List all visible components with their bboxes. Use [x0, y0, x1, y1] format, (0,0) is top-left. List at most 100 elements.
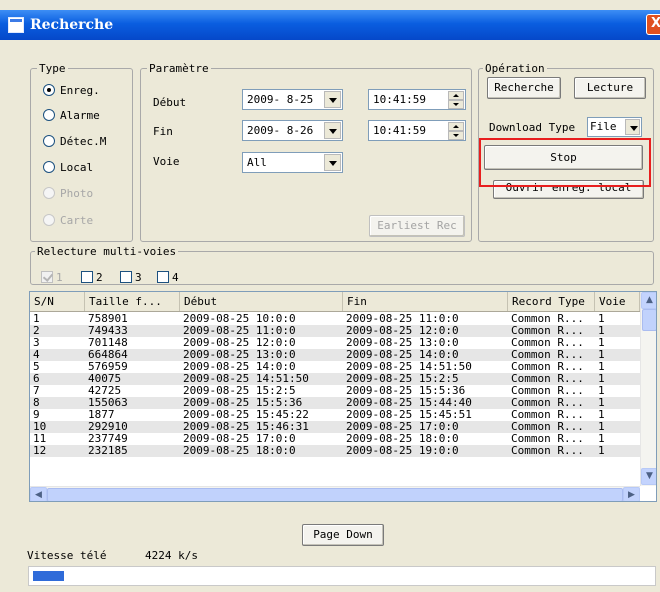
table-row[interactable]: 7 42725 2009-08-25 15:2:5 2009-08-25 15:5:3… — [30, 385, 640, 397]
fin-time-spinner[interactable]: 10:41:59 — [368, 120, 466, 141]
radio-button-icon — [43, 161, 55, 173]
earliest-rec-button[interactable]: Earliest Rec — [369, 215, 465, 237]
radio-button-icon — [43, 135, 55, 147]
table-cell: 4 — [33, 349, 40, 361]
column-header[interactable]: Voie — [595, 292, 640, 311]
table-cell: Common R... — [511, 397, 584, 409]
table-cell: 2009-08-25 13:0:0 — [346, 337, 459, 349]
type-radio-label: Détec.M — [60, 134, 107, 148]
table-cell: 1 — [598, 421, 605, 433]
channel-checkbox-label: 4 — [172, 270, 179, 284]
chevron-down-icon[interactable] — [324, 122, 341, 139]
fin-date-value: 2009- 8-26 — [247, 124, 314, 137]
table-row[interactable]: 11 237749 2009-08-25 17:0:0 2009-08-25 18:0… — [30, 433, 640, 445]
radio-button-icon — [43, 109, 55, 121]
voie-label: Voie — [153, 155, 180, 168]
vertical-scrollbar[interactable]: ▲ ▼ — [640, 292, 656, 486]
scroll-left-button[interactable]: ◀ — [30, 487, 47, 501]
table-cell: 2009-08-25 14:0:0 — [346, 349, 459, 361]
column-header[interactable]: Début — [180, 292, 343, 311]
table-cell: 232185 — [88, 445, 128, 457]
table-row[interactable]: 9 1877 2009-08-25 15:45:22 2009-08-25 15:45… — [30, 409, 640, 421]
table-row[interactable]: 5 576959 2009-08-25 14:0:0 2009-08-25 14:51… — [30, 361, 640, 373]
download-type-select[interactable]: File — [587, 117, 642, 137]
download-type-value: File — [590, 120, 617, 133]
spin-up-icon[interactable] — [448, 122, 464, 131]
debut-date-picker[interactable]: 2009- 8-25 — [242, 89, 343, 110]
table-cell: Common R... — [511, 445, 584, 457]
scroll-down-icon: ▼ — [646, 471, 653, 481]
table-row[interactable]: 6 40075 2009-08-25 14:51:50 2009-08-25 15:2… — [30, 373, 640, 385]
record-list[interactable]: S/N Taille f... Début Fin Record Type Voie 17… — [29, 291, 657, 502]
type-radio-0[interactable]: Enreg. — [43, 82, 100, 98]
table-row[interactable]: 8 155063 2009-08-25 15:5:36 2009-08-25 15:4… — [30, 397, 640, 409]
table-cell: 2009-08-25 15:5:36 — [346, 385, 466, 397]
type-radio-3[interactable]: Local — [43, 159, 93, 175]
horizontal-scroll-thumb[interactable] — [47, 488, 623, 501]
scroll-down-button[interactable]: ▼ — [641, 468, 656, 485]
chevron-down-icon[interactable] — [324, 91, 341, 108]
table-cell: 2009-08-25 19:0:0 — [346, 445, 459, 457]
table-cell: Common R... — [511, 433, 584, 445]
scroll-up-icon: ▲ — [646, 295, 653, 305]
debut-date-value: 2009- 8-25 — [247, 93, 314, 106]
table-cell: Common R... — [511, 409, 584, 421]
radio-button-icon — [43, 84, 55, 96]
column-header[interactable]: Record Type — [508, 292, 595, 311]
table-cell: 6 — [33, 373, 40, 385]
table-cell: 2009-08-25 15:5:36 — [183, 397, 303, 409]
table-cell: 1 — [33, 313, 40, 325]
spin-up-icon[interactable] — [448, 91, 464, 100]
table-cell: 3 — [33, 337, 40, 349]
voie-select[interactable]: All — [242, 152, 343, 173]
table-cell: 10 — [33, 421, 47, 433]
channel-checkbox-label: 1 — [56, 270, 63, 284]
chevron-down-icon[interactable] — [625, 119, 640, 135]
scroll-up-button[interactable]: ▲ — [641, 292, 656, 309]
page-down-button[interactable]: Page Down — [302, 524, 384, 546]
type-group-legend: Type — [37, 62, 68, 75]
channel-checkbox-2[interactable]: 2 — [81, 270, 103, 284]
table-cell: 1877 — [88, 409, 115, 421]
table-cell: 1 — [598, 409, 605, 421]
radio-button-icon — [43, 214, 55, 226]
table-row[interactable]: 12 232185 2009-08-25 18:0:0 2009-08-25 19:0… — [30, 445, 640, 457]
table-cell: 2009-08-25 17:0:0 — [183, 433, 296, 445]
scroll-right-button[interactable]: ▶ — [623, 487, 640, 501]
column-header[interactable]: Fin — [343, 292, 508, 311]
type-radio-1[interactable]: Alarme — [43, 107, 100, 123]
table-row[interactable]: 10 292910 2009-08-25 15:46:31 2009-08-25 17… — [30, 421, 640, 433]
spin-down-icon[interactable] — [448, 131, 464, 140]
operation-group-legend: Opération — [483, 62, 547, 75]
spin-down-icon[interactable] — [448, 100, 464, 109]
column-header[interactable]: S/N — [30, 292, 85, 311]
close-button[interactable]: X — [646, 14, 660, 35]
table-cell: 1 — [598, 433, 605, 445]
channel-checkbox-4[interactable]: 4 — [157, 270, 179, 284]
table-cell: Common R... — [511, 325, 584, 337]
chevron-down-icon[interactable] — [324, 154, 341, 171]
play-button[interactable]: Lecture — [574, 77, 646, 99]
search-button[interactable]: Recherche — [487, 77, 561, 99]
channel-checkbox-3[interactable]: 3 — [120, 270, 142, 284]
table-row[interactable]: 1 758901 2009-08-25 10:0:0 2009-08-25 11:0:… — [30, 313, 640, 325]
fin-date-picker[interactable]: 2009- 8-26 — [242, 120, 343, 141]
table-cell: 1 — [598, 397, 605, 409]
debut-time-spinner[interactable]: 10:41:59 — [368, 89, 466, 110]
table-cell: 576959 — [88, 361, 128, 373]
column-header[interactable]: Taille f... — [85, 292, 180, 311]
table-row[interactable]: 3 701148 2009-08-25 12:0:0 2009-08-25 13:0:… — [30, 337, 640, 349]
debut-label: Début — [153, 96, 187, 109]
checkbox-icon — [41, 271, 53, 283]
table-cell: Common R... — [511, 349, 584, 361]
multi-channel-legend: Relecture multi-voies — [35, 245, 179, 258]
vertical-scroll-thumb[interactable] — [642, 309, 656, 331]
download-progress-bar — [28, 566, 656, 586]
title-bar[interactable]: Recherche X — [0, 10, 660, 40]
table-row[interactable]: 2 749433 2009-08-25 11:0:0 2009-08-25 12:0:… — [30, 325, 640, 337]
type-radio-2[interactable]: Détec.M — [43, 133, 106, 149]
table-cell: 2009-08-25 11:0:0 — [346, 313, 459, 325]
horizontal-scrollbar[interactable]: ◀ ▶ — [30, 486, 640, 501]
table-cell: 5 — [33, 361, 40, 373]
table-row[interactable]: 4 664864 2009-08-25 13:0:0 2009-08-25 14:0:… — [30, 349, 640, 361]
